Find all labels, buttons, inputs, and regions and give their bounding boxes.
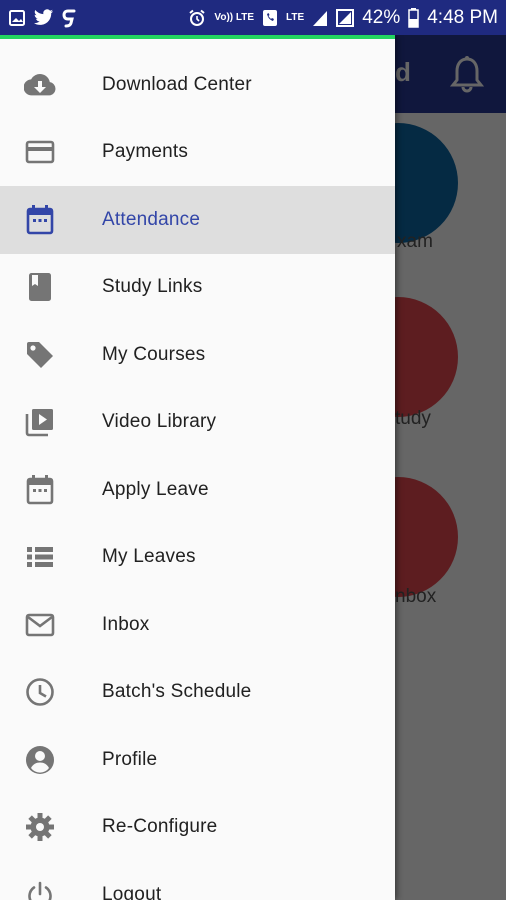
clock-time: 4:48 PM bbox=[427, 6, 498, 28]
mail-icon bbox=[24, 609, 56, 641]
video-library-icon bbox=[24, 406, 56, 438]
power-icon bbox=[24, 879, 56, 900]
menu-item-my-courses[interactable]: My Courses bbox=[0, 321, 395, 389]
account-icon bbox=[24, 744, 56, 776]
list-icon bbox=[24, 541, 56, 573]
battery-icon bbox=[408, 7, 419, 28]
gallery-notification-icon bbox=[8, 9, 26, 27]
menu-item-logout[interactable]: Logout bbox=[0, 861, 395, 900]
status-system: Vo)) LTE LTE 42% 4:48 PM bbox=[188, 7, 498, 29]
status-notifications bbox=[8, 8, 76, 28]
menu-item-batchs-schedule[interactable]: Batch's Schedule bbox=[0, 659, 395, 727]
menu-label: Batch's Schedule bbox=[102, 681, 252, 703]
twitter-icon bbox=[34, 9, 54, 26]
menu-label: Study Links bbox=[102, 276, 203, 298]
credit-card-icon bbox=[24, 136, 56, 168]
g-app-icon bbox=[62, 8, 76, 28]
menu-item-study-links[interactable]: Study Links bbox=[0, 254, 395, 322]
menu-item-re-configure[interactable]: Re-Configure bbox=[0, 794, 395, 862]
menu-label: Apply Leave bbox=[102, 478, 209, 500]
menu-item-download-center[interactable]: Download Center bbox=[0, 51, 395, 119]
menu-label: My Leaves bbox=[102, 546, 196, 568]
menu-item-attendance[interactable]: Attendance bbox=[0, 186, 395, 254]
menu-item-inbox[interactable]: Inbox bbox=[0, 591, 395, 659]
menu-item-apply-leave[interactable]: Apply Leave bbox=[0, 456, 395, 524]
menu-label: Inbox bbox=[102, 613, 150, 635]
signal-icon bbox=[312, 9, 328, 27]
navigation-drawer: Download Center Payments Attendance Stud… bbox=[0, 35, 395, 900]
calendar-outline-icon bbox=[24, 474, 56, 506]
menu-label: My Courses bbox=[102, 343, 206, 365]
tag-icon bbox=[24, 339, 56, 371]
drawer-accent-bar bbox=[0, 35, 395, 39]
lte-label: LTE bbox=[286, 12, 305, 23]
menu-item-video-library[interactable]: Video Library bbox=[0, 389, 395, 457]
status-bar: Vo)) LTE LTE 42% 4:48 PM bbox=[0, 0, 506, 35]
volte-label: Vo)) LTE bbox=[214, 12, 255, 23]
call-status-icon bbox=[262, 9, 278, 27]
menu-label: Re-Configure bbox=[102, 816, 218, 838]
cloud-download-icon bbox=[24, 69, 56, 101]
menu-label: Download Center bbox=[102, 73, 252, 95]
calendar-icon bbox=[24, 204, 56, 236]
alarm-icon bbox=[188, 9, 206, 27]
menu-item-payments[interactable]: Payments bbox=[0, 119, 395, 187]
signal-icon-2 bbox=[336, 8, 355, 27]
menu-label: Video Library bbox=[102, 411, 217, 433]
gear-icon bbox=[24, 811, 56, 843]
menu-label: Payments bbox=[102, 141, 189, 163]
menu-label: Logout bbox=[102, 883, 162, 900]
book-icon bbox=[24, 271, 56, 303]
menu-item-my-leaves[interactable]: My Leaves bbox=[0, 524, 395, 592]
menu-label: Profile bbox=[102, 748, 158, 770]
clock-icon bbox=[24, 676, 56, 708]
drawer-menu: Download Center Payments Attendance Stud… bbox=[0, 51, 395, 900]
battery-percent: 42% bbox=[362, 6, 401, 28]
menu-item-profile[interactable]: Profile bbox=[0, 726, 395, 794]
menu-label: Attendance bbox=[102, 208, 201, 230]
